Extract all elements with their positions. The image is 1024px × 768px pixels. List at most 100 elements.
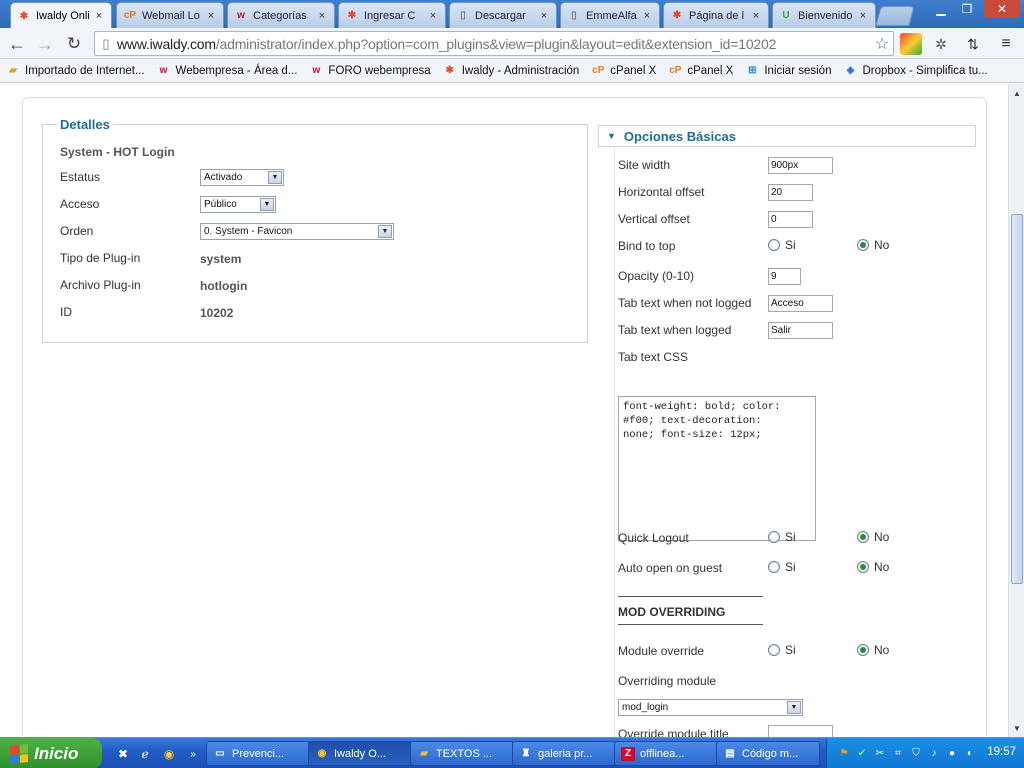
auto-open-yes[interactable]: Si: [768, 560, 796, 574]
browser-tab-ingresar[interactable]: ✱ Ingresar C ×: [338, 2, 446, 28]
tray-shield-icon[interactable]: ⛉: [909, 746, 923, 760]
tab-text-logged-input[interactable]: Salir: [768, 322, 833, 339]
bookmark-iniciar-sesion[interactable]: ⊞ Iniciar sesión: [745, 64, 831, 78]
tray-volume-icon[interactable]: ♪: [927, 746, 941, 760]
vertical-offset-label: Vertical offset: [618, 212, 690, 226]
browser-tab-emmealfa[interactable]: ▯ EmmeAlfa ×: [560, 2, 660, 28]
tab-text-not-logged-input[interactable]: Acceso: [768, 295, 833, 312]
horizontal-offset-input[interactable]: 20: [768, 184, 813, 201]
menu-icon[interactable]: ≡: [995, 33, 1017, 55]
basic-options-panel: ▼ Opciones Básicas Site width 900px Hori…: [598, 125, 976, 737]
close-icon[interactable]: ×: [427, 10, 439, 22]
vertical-scrollbar[interactable]: ▲ ▼: [1008, 84, 1024, 737]
browser-tab-webmail[interactable]: cP Webmail Lo ×: [116, 2, 224, 28]
module-override-yes[interactable]: Si: [768, 643, 796, 657]
tray-check-icon[interactable]: ✔: [855, 746, 869, 760]
quicklaunch-more-icon[interactable]: »: [184, 745, 202, 763]
back-icon[interactable]: ←: [5, 32, 29, 56]
close-icon[interactable]: ×: [316, 10, 328, 22]
browser-tab-categorias[interactable]: w Categorías ×: [227, 2, 335, 28]
download-arrows-icon[interactable]: ⇅: [962, 33, 984, 55]
bind-to-top-no[interactable]: No: [857, 238, 889, 252]
browser-tab-pagina[interactable]: ✱ Página de l ×: [663, 2, 769, 28]
opacity-label: Opacity (0-10): [618, 269, 695, 283]
taskbar-item-offlinea[interactable]: Zofflinea...: [614, 741, 718, 766]
close-icon[interactable]: ×: [93, 10, 105, 22]
restore-icon[interactable]: ❐: [954, 0, 980, 18]
bookmark-cpanel-1[interactable]: cP cPanel X: [591, 64, 656, 78]
taskbar-item-iwaldy[interactable]: ◉ Iwaldy O...: [308, 741, 412, 766]
bookmark-webempresa[interactable]: w Webempresa - Área d...: [157, 64, 298, 78]
taskbar-item-galeria[interactable]: ♜ galeria pr...: [512, 741, 616, 766]
tray-update-icon[interactable]: ◐: [963, 746, 977, 760]
module-override-no[interactable]: No: [857, 643, 889, 657]
browser-tab-bienvenido[interactable]: U Bienvenido ×: [772, 2, 876, 28]
notepad-icon: ▤: [725, 748, 735, 759]
close-window-icon[interactable]: ✕: [984, 0, 1020, 18]
scrollbar-thumb[interactable]: [1011, 214, 1023, 584]
acceso-select[interactable]: Público ▼: [200, 196, 276, 213]
basic-options-header[interactable]: ▼ Opciones Básicas: [598, 125, 976, 147]
acceso-label: Acceso: [60, 197, 100, 211]
close-icon[interactable]: ×: [538, 10, 550, 22]
vertical-offset-input[interactable]: 0: [768, 211, 813, 228]
horizontal-offset-label: Horizontal offset: [618, 185, 705, 199]
tray-info-icon[interactable]: ●: [945, 746, 959, 760]
minimize-icon[interactable]: ▁: [928, 0, 954, 18]
site-width-input[interactable]: 900px: [768, 157, 833, 174]
chevron-down-icon: ▼: [378, 225, 392, 238]
page-icon: ▯: [102, 35, 110, 51]
start-button[interactable]: Inicio: [0, 738, 102, 768]
browser-tab-descargar[interactable]: ▯ Descargar ×: [449, 2, 557, 28]
tray-app-icon[interactable]: ⚑: [837, 746, 851, 760]
radio-checked-icon: [857, 531, 869, 543]
quicklaunch-chrome-icon[interactable]: ◉: [160, 745, 178, 763]
auto-open-label: Auto open on guest: [618, 561, 723, 575]
scroll-down-icon[interactable]: ▼: [1010, 720, 1024, 736]
tipo-value: system: [200, 252, 242, 266]
joomla-icon: ✱: [672, 10, 682, 21]
bookmark-cpanel-2[interactable]: cP cPanel X: [668, 64, 733, 78]
filezilla-icon: Z: [621, 746, 635, 761]
bookmark-iwaldy-admin[interactable]: ✱ Iwaldy - Administración: [443, 64, 579, 78]
close-icon[interactable]: ×: [750, 10, 762, 22]
chevron-down-icon: ▼: [260, 198, 274, 211]
taskbar-item-prevencion[interactable]: ▭ Prevenci...: [206, 741, 310, 766]
bookmark-dropbox[interactable]: ◈ Dropbox - Simplifica tu...: [843, 64, 988, 78]
browser-tab-iwaldy[interactable]: ✱ Iwaldy Onli ×: [10, 2, 112, 29]
quicklaunch-ie-icon[interactable]: ℯ: [136, 745, 154, 763]
tray-network-icon[interactable]: ⌗: [891, 746, 905, 760]
scroll-up-icon[interactable]: ▲: [1010, 85, 1024, 101]
quick-logout-no[interactable]: No: [857, 530, 889, 544]
taskbar-item-codigo[interactable]: ▤ Código m...: [716, 741, 820, 766]
bookmark-star-icon[interactable]: ☆: [871, 34, 893, 54]
opacity-input[interactable]: 9: [768, 268, 801, 285]
tray-tools-icon[interactable]: ✂: [873, 746, 887, 760]
orden-select[interactable]: 0. System - Favicon ▼: [200, 223, 394, 240]
overriding-module-select[interactable]: mod_login ▼: [618, 699, 803, 716]
new-tab-button[interactable]: [875, 6, 915, 26]
quick-logout-yes[interactable]: Si: [768, 530, 796, 544]
archivo-label: Archivo Plug-in: [60, 278, 141, 292]
auto-open-no[interactable]: No: [857, 560, 889, 574]
close-icon[interactable]: ×: [857, 10, 869, 22]
bind-to-top-yes[interactable]: Si: [768, 238, 796, 252]
quicklaunch-x-icon[interactable]: ✖: [114, 745, 132, 763]
forward-icon[interactable]: →: [33, 32, 57, 56]
bookmark-importado[interactable]: ▰ Importado de Internet...: [6, 64, 144, 78]
address-bar[interactable]: ▯ www.iwaldy.com/administrator/index.php…: [94, 31, 894, 56]
taskbar-clock: 19:57: [987, 746, 1016, 758]
u-icon: U: [782, 10, 790, 21]
close-icon[interactable]: ×: [641, 10, 653, 22]
estatus-select[interactable]: Activado ▼: [200, 169, 284, 186]
close-icon[interactable]: ×: [205, 10, 217, 22]
tab-text-css-textarea[interactable]: font-weight: bold; color: #f00; text-dec…: [618, 396, 816, 541]
taskbar-item-textos[interactable]: ▰ TEXTOS ...: [410, 741, 514, 766]
bug-icon[interactable]: ✲: [930, 33, 952, 55]
override-module-title-input[interactable]: [768, 725, 833, 737]
reload-icon[interactable]: ↻: [62, 32, 86, 56]
webempresa-icon: w: [312, 65, 321, 76]
browser-toolbar: ← → ↻ ▯ www.iwaldy.com/administrator/ind…: [0, 28, 1024, 59]
extension-icon[interactable]: [900, 33, 922, 55]
bookmark-foro[interactable]: w FORO webempresa: [309, 64, 431, 78]
